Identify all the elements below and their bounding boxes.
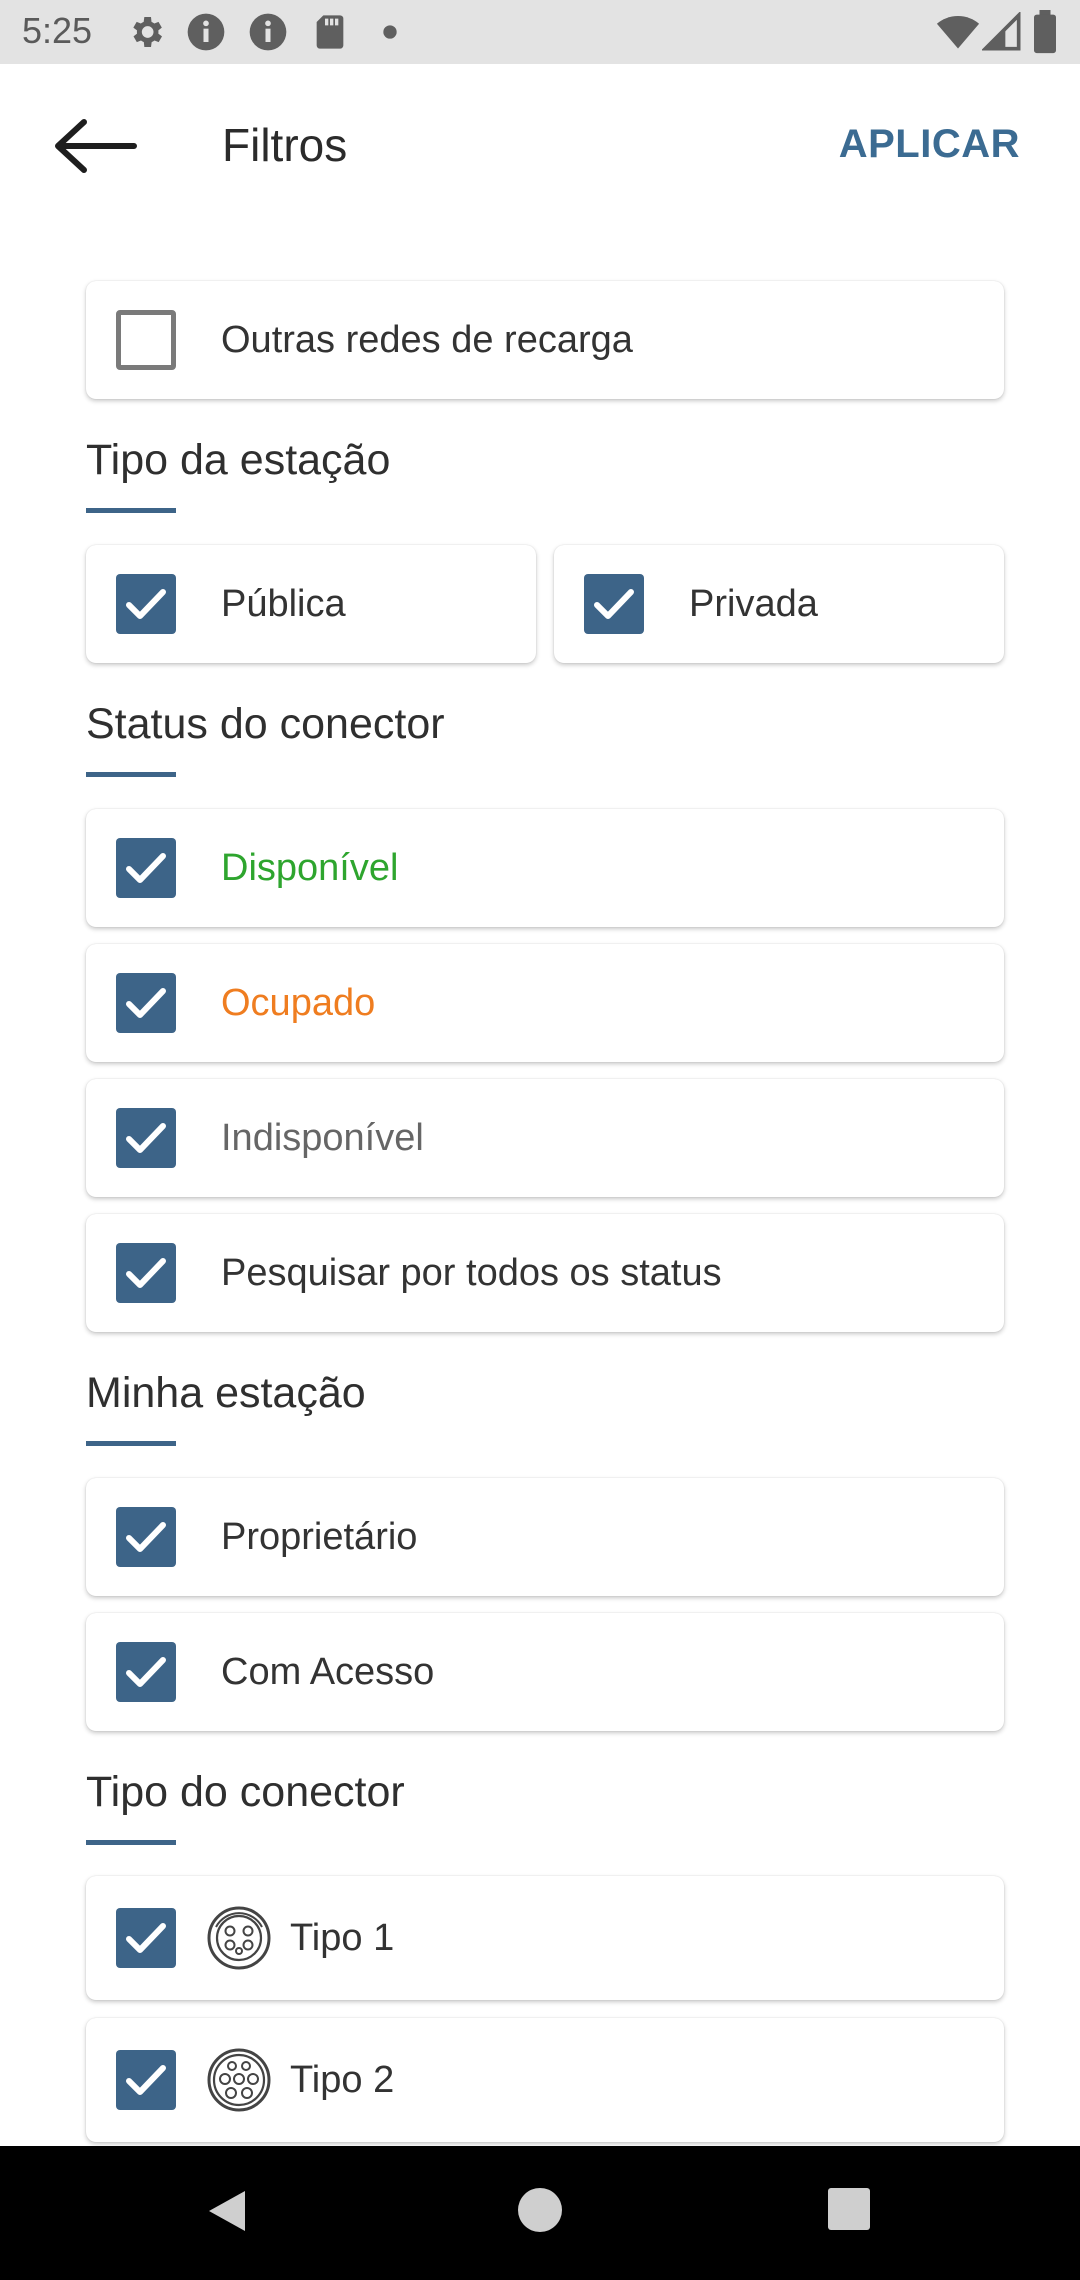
type2-checkbox[interactable]	[116, 2050, 176, 2110]
owner-checkbox[interactable]	[116, 1507, 176, 1567]
type2-connector-icon	[207, 2048, 271, 2112]
type1-checkbox[interactable]	[116, 1908, 176, 1968]
nav-recents-icon[interactable]	[828, 2188, 870, 2230]
my-station-access-option[interactable]: Com Acesso	[86, 1613, 1004, 1731]
settings-gear-icon	[133, 17, 162, 47]
private-checkbox[interactable]	[584, 574, 644, 634]
unavailable-checkbox[interactable]	[116, 1108, 176, 1168]
sd-card-icon	[316, 15, 344, 49]
all-status-checkbox[interactable]	[116, 1243, 176, 1303]
arrow-left-icon[interactable]	[50, 116, 140, 176]
status-bar: 5:25	[0, 0, 1080, 64]
checkmark-icon	[126, 853, 166, 883]
public-checkbox[interactable]	[116, 574, 176, 634]
private-label: Privada	[689, 583, 818, 625]
checkmark-icon	[126, 589, 166, 619]
status-occupied-option[interactable]: Ocupado	[86, 944, 1004, 1062]
occupied-label: Ocupado	[221, 982, 376, 1024]
section-underline	[86, 772, 176, 777]
nav-home-icon[interactable]	[518, 2188, 562, 2232]
checkmark-icon	[126, 1123, 166, 1153]
section-underline	[86, 508, 176, 513]
access-label: Com Acesso	[221, 1651, 435, 1693]
checkmark-icon	[126, 1923, 166, 1953]
status-available-option[interactable]: Disponível	[86, 809, 1004, 927]
dot-icon	[383, 25, 397, 39]
info-icon	[187, 13, 225, 51]
checkmark-icon	[126, 1522, 166, 1552]
connector-type1-option[interactable]: Tipo 1	[86, 1876, 1004, 2000]
type1-connector-icon	[207, 1906, 271, 1970]
section-underline	[86, 1840, 176, 1845]
other-networks-label: Outras redes de recarga	[221, 319, 633, 361]
nav-back-icon[interactable]	[205, 2188, 249, 2234]
station-type-public-option[interactable]: Pública	[86, 545, 536, 663]
station-type-private-option[interactable]: Privada	[554, 545, 1004, 663]
section-underline	[86, 1441, 176, 1446]
checkmark-icon	[126, 988, 166, 1018]
checkmark-icon	[126, 2065, 166, 2095]
all-status-label: Pesquisar por todos os status	[221, 1252, 722, 1294]
page-title: Filtros	[222, 119, 348, 171]
status-unavailable-option[interactable]: Indisponível	[86, 1079, 1004, 1197]
app-bar: Filtros APLICAR	[0, 64, 1080, 228]
checkmark-icon	[126, 1258, 166, 1288]
apply-button[interactable]: APLICAR	[839, 122, 1020, 167]
station-type-heading: Tipo da estação	[86, 436, 391, 484]
public-label: Pública	[221, 583, 346, 625]
other-networks-checkbox[interactable]	[116, 310, 176, 370]
available-checkbox[interactable]	[116, 838, 176, 898]
wifi-icon	[936, 16, 980, 49]
system-nav-bar	[0, 2146, 1080, 2280]
info-icon	[249, 13, 287, 51]
occupied-checkbox[interactable]	[116, 973, 176, 1033]
unavailable-label: Indisponível	[221, 1117, 424, 1159]
connector-type2-option[interactable]: Tipo 2	[86, 2018, 1004, 2142]
access-checkbox[interactable]	[116, 1642, 176, 1702]
type2-label: Tipo 2	[290, 2059, 395, 2101]
my-station-heading: Minha estação	[86, 1369, 366, 1417]
available-label: Disponível	[221, 847, 399, 889]
signal-icon	[982, 12, 1021, 51]
checkmark-icon	[126, 1657, 166, 1687]
other-networks-option[interactable]: Outras redes de recarga	[86, 281, 1004, 399]
checkmark-icon	[594, 589, 634, 619]
status-all-option[interactable]: Pesquisar por todos os status	[86, 1214, 1004, 1332]
status-time: 5:25	[22, 10, 93, 51]
my-station-owner-option[interactable]: Proprietário	[86, 1478, 1004, 1596]
type1-label: Tipo 1	[290, 1917, 395, 1959]
owner-label: Proprietário	[221, 1516, 418, 1558]
connector-status-heading: Status do conector	[86, 700, 445, 748]
connector-type-heading: Tipo do conector	[86, 1768, 405, 1816]
battery-icon	[1034, 10, 1056, 54]
